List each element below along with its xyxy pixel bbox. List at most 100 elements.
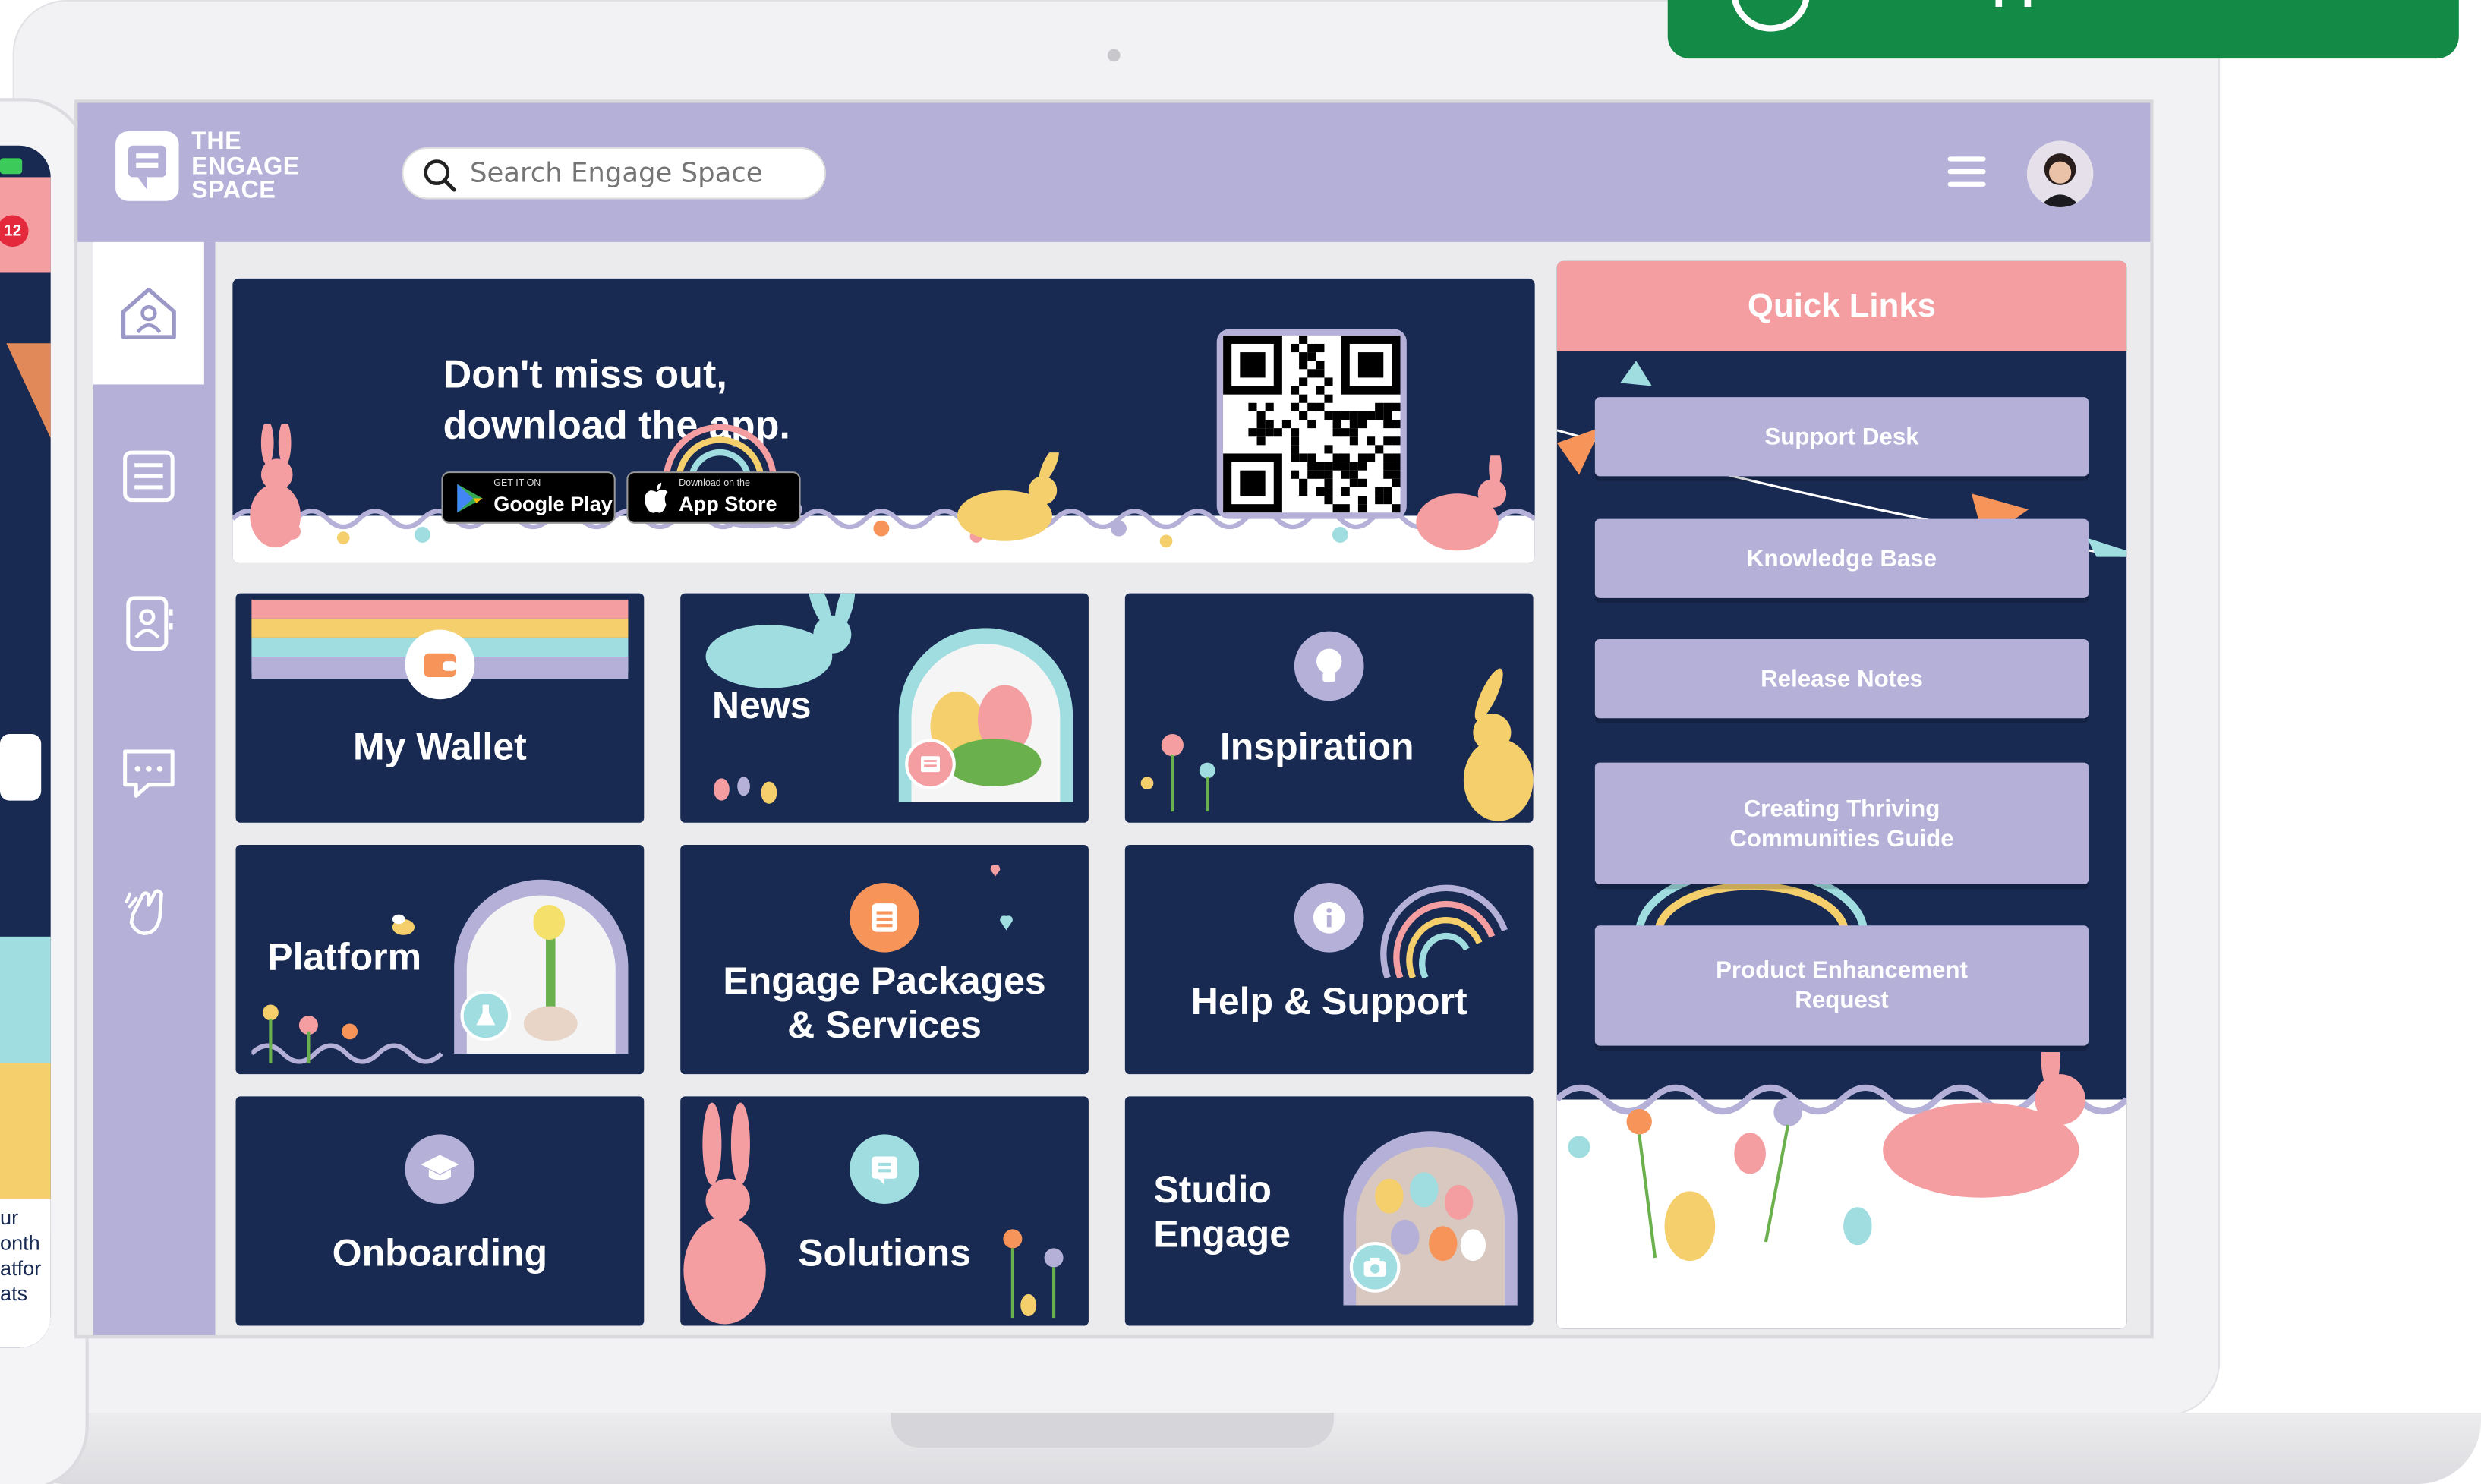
phone-bunting bbox=[6, 343, 51, 439]
brand-wordmark[interactable]: THE ENGAGE SPACE bbox=[191, 130, 300, 203]
tile-platform[interactable]: Platform bbox=[235, 844, 645, 1075]
tile-label: Studio Engage bbox=[1153, 1169, 1291, 1258]
user-avatar[interactable] bbox=[2026, 140, 2094, 208]
tile-label: Engage Packages & Services bbox=[680, 960, 1089, 1049]
sidebar bbox=[93, 241, 216, 1336]
app-store-small-text: Download on the bbox=[679, 479, 750, 490]
clap-hands-icon bbox=[125, 889, 163, 935]
tile-my-wallet[interactable]: My Wallet bbox=[235, 593, 645, 823]
quick-links-title: Quick Links bbox=[1556, 260, 2127, 351]
tile-inspiration[interactable]: Inspiration bbox=[1124, 593, 1534, 823]
quick-link-release-notes[interactable]: Release Notes bbox=[1594, 639, 2089, 719]
app-store-label: App Store bbox=[679, 492, 777, 516]
info-icon bbox=[1294, 882, 1364, 953]
camera-icon bbox=[1349, 1242, 1401, 1293]
sidebar-item-contacts[interactable] bbox=[93, 552, 204, 695]
tile-label-line: Studio bbox=[1153, 1169, 1272, 1212]
wallet-icon bbox=[405, 629, 475, 700]
quick-links-panel: Quick Links Support Desk Knowledge Base … bbox=[1556, 260, 2127, 1329]
success-check-icon bbox=[1731, 0, 1811, 32]
phone-screen: 12 ur onth atfor ats bbox=[0, 145, 51, 1348]
quick-link-label-line: Product Enhancement bbox=[1716, 956, 1968, 985]
egg-decoration bbox=[713, 777, 777, 804]
bunny-illustration bbox=[250, 424, 301, 548]
tile-label-line: Engage Packages bbox=[723, 960, 1046, 1004]
engage-logo-icon bbox=[850, 1134, 919, 1205]
sidebar-item-news[interactable] bbox=[93, 405, 204, 548]
qr-code bbox=[1216, 329, 1407, 519]
tile-studio-engage[interactable]: Studio Engage bbox=[1124, 1096, 1534, 1326]
sidebar-item-home[interactable] bbox=[93, 241, 204, 385]
bunny-illustration bbox=[1416, 455, 1507, 551]
search-input[interactable] bbox=[470, 148, 815, 198]
top-bar: THE ENGAGE SPACE bbox=[77, 102, 2151, 242]
google-play-small-text: GET IT ON bbox=[493, 479, 541, 490]
tile-label: Onboarding bbox=[332, 1232, 548, 1275]
tile-label: Inspiration bbox=[1219, 726, 1414, 769]
app-store-button[interactable]: Download on the App Store bbox=[626, 471, 801, 524]
quick-link-knowledge-base[interactable]: Knowledge Base bbox=[1594, 518, 2089, 598]
quick-link-communities-guide[interactable]: Creating Thriving Communities Guide bbox=[1594, 762, 2089, 885]
phone-text-line: atfor bbox=[0, 1256, 42, 1281]
tile-label-line: & Services bbox=[787, 1004, 982, 1048]
tile-help-support[interactable]: Help & Support bbox=[1124, 844, 1534, 1075]
toast-message: been applied bbox=[1842, 0, 2132, 6]
graduation-cap-icon bbox=[405, 1134, 475, 1205]
tile-onboarding[interactable]: Onboarding bbox=[235, 1096, 645, 1326]
quick-link-product-enhancement-request[interactable]: Product Enhancement Request bbox=[1594, 925, 2089, 1046]
quick-link-label-line: Communities Guide bbox=[1729, 824, 1954, 852]
banner-title-line: Don't miss out, bbox=[443, 352, 727, 398]
flask-icon bbox=[460, 990, 512, 1041]
hamburger-menu-icon[interactable] bbox=[1944, 150, 1988, 201]
phone-mini-card bbox=[0, 734, 42, 801]
tile-label-line: Engage bbox=[1153, 1213, 1291, 1256]
newspaper-icon bbox=[905, 739, 956, 790]
phone-teal-block bbox=[0, 936, 51, 1063]
phone-text-line: ats bbox=[0, 1281, 28, 1306]
tile-engage-packages-services[interactable]: Engage Packages & Services bbox=[680, 844, 1089, 1075]
laptop-camera bbox=[1107, 49, 1121, 62]
phone-text-line: ur bbox=[0, 1205, 19, 1230]
wallet-stripe bbox=[251, 599, 629, 619]
heart-decoration bbox=[990, 865, 1013, 931]
tile-label: News bbox=[711, 685, 812, 728]
qr-code-icon bbox=[1223, 335, 1401, 513]
engage-logo-icon[interactable] bbox=[115, 131, 179, 201]
brand-line: SPACE bbox=[191, 177, 276, 204]
rainbow-icon bbox=[1380, 884, 1508, 978]
chat-icon bbox=[123, 749, 175, 798]
tile-label: My Wallet bbox=[352, 726, 527, 769]
contacts-icon bbox=[126, 596, 173, 651]
sidebar-item-chat[interactable] bbox=[93, 701, 204, 843]
search-icon[interactable] bbox=[422, 158, 457, 199]
laptop-notch bbox=[891, 1413, 1334, 1448]
home-icon bbox=[121, 287, 176, 339]
quick-link-label-line: Creating Thriving bbox=[1743, 795, 1940, 822]
search-bar[interactable] bbox=[402, 147, 826, 200]
phone-text-block: ur onth atfor ats bbox=[0, 1199, 51, 1348]
flower-decoration bbox=[1003, 1229, 1064, 1319]
bunny-illustration bbox=[1463, 668, 1534, 821]
flower-meadow bbox=[1556, 1051, 2127, 1262]
tile-label: Help & Support bbox=[1190, 981, 1467, 1024]
phone-text-line: onth bbox=[0, 1230, 40, 1255]
tile-label: Platform bbox=[267, 936, 422, 980]
news-icon bbox=[123, 450, 175, 503]
lightbulb-icon bbox=[1294, 631, 1364, 701]
sidebar-item-appreciation[interactable] bbox=[93, 840, 204, 983]
battery-icon bbox=[0, 158, 23, 175]
quick-link-support-desk[interactable]: Support Desk bbox=[1594, 397, 2089, 477]
app-download-banner[interactable]: Don't miss out, download the app. GET IT… bbox=[232, 278, 1535, 563]
success-toast: been applied bbox=[1667, 0, 2459, 59]
google-play-icon bbox=[457, 484, 483, 513]
flower-decoration bbox=[251, 1004, 443, 1064]
brand-line: THE bbox=[191, 128, 242, 156]
tile-news[interactable]: News bbox=[680, 593, 1089, 823]
bunny-illustration bbox=[957, 452, 1059, 541]
quick-link-label-line: Request bbox=[1795, 987, 1889, 1014]
stage: 12 ur onth atfor ats THE ENGAGE SPACE Se… bbox=[0, 0, 2481, 1484]
bee-icon bbox=[392, 914, 415, 935]
apple-icon bbox=[645, 482, 668, 513]
google-play-button[interactable]: GET IT ON Google Play bbox=[441, 471, 616, 524]
tile-solutions[interactable]: Solutions bbox=[680, 1096, 1089, 1326]
